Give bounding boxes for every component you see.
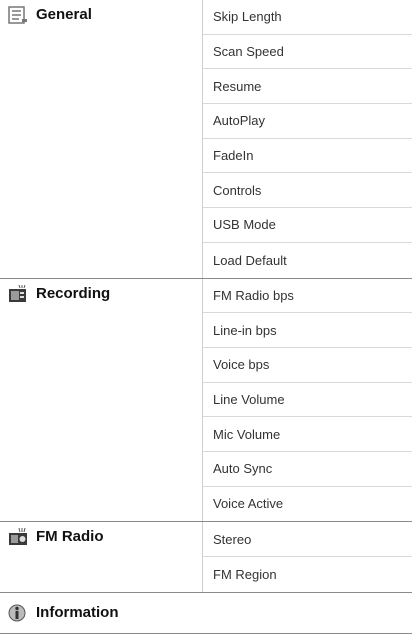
section-title-general: General — [36, 6, 92, 23]
menu-item-skip-length[interactable]: Skip Length — [203, 0, 412, 35]
menu-item-fm-radio-bps[interactable]: FM Radio bps — [203, 279, 412, 314]
menu-item-voice-active[interactable]: Voice Active — [203, 487, 412, 522]
menu-item-load-default[interactable]: Load Default — [203, 243, 412, 278]
menu-item-resume[interactable]: Resume — [203, 69, 412, 105]
section-title-information: Information — [36, 603, 119, 621]
general-items: Skip Length Scan Speed Resume AutoPlay F… — [202, 0, 412, 278]
section-information[interactable]: Information — [0, 591, 412, 634]
fm-radio-icon — [8, 528, 28, 546]
section-recording: Recording FM Radio bps Line-in bps Voice… — [0, 277, 412, 522]
section-fm-radio: FM Radio Stereo FM Region — [0, 521, 412, 592]
section-title-recording: Recording — [36, 284, 111, 302]
menu-item-fadein[interactable]: FadeIn — [203, 139, 412, 174]
settings-menu: General Skip Length Scan Speed Resume Au… — [0, 0, 412, 634]
menu-item-stereo[interactable]: Stereo — [203, 522, 412, 557]
general-list-icon — [8, 6, 28, 24]
information-icon — [8, 604, 28, 622]
menu-item-fm-region[interactable]: FM Region — [203, 557, 412, 592]
menu-item-mic-volume[interactable]: Mic Volume — [203, 417, 412, 452]
section-title-fm-radio: FM Radio — [36, 528, 104, 546]
menu-item-controls[interactable]: Controls — [203, 173, 412, 209]
menu-item-line-in-bps[interactable]: Line-in bps — [203, 313, 412, 348]
menu-item-usb-mode[interactable]: USB Mode — [203, 208, 412, 243]
menu-item-autoplay[interactable]: AutoPlay — [203, 104, 412, 139]
menu-item-voice-bps[interactable]: Voice bps — [203, 348, 412, 383]
menu-item-auto-sync[interactable]: Auto Sync — [203, 452, 412, 487]
section-general: General Skip Length Scan Speed Resume Au… — [0, 0, 412, 278]
recording-items: FM Radio bps Line-in bps Voice bps Line … — [202, 278, 412, 522]
section-header-recording[interactable]: Recording — [0, 279, 202, 522]
menu-item-scan-speed[interactable]: Scan Speed — [203, 35, 412, 70]
fm-radio-items: Stereo FM Region — [202, 522, 412, 592]
menu-item-line-volume[interactable]: Line Volume — [203, 383, 412, 418]
section-header-general[interactable]: General — [0, 0, 202, 278]
recording-icon — [8, 284, 28, 303]
section-header-fm-radio[interactable]: FM Radio — [0, 522, 202, 591]
